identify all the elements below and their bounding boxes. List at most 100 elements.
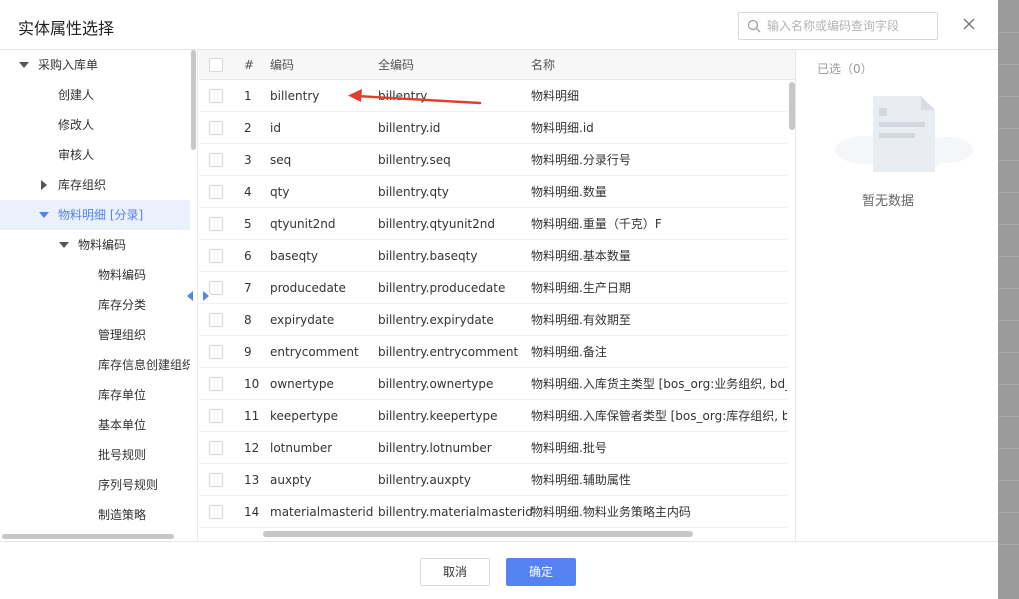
row-checkbox[interactable]	[209, 185, 223, 199]
header-name: 名称	[531, 58, 556, 72]
row-fullcode: billentry.keepertype	[378, 409, 498, 423]
tree-item[interactable]: 物料明细 [分录]	[0, 200, 190, 230]
row-name: 物料明细.辅助属性	[531, 473, 631, 487]
caret-down-icon[interactable]	[38, 200, 50, 230]
search-box[interactable]	[738, 12, 938, 40]
tree-item-label: 管理组织	[98, 328, 147, 342]
table-row[interactable]: 1 billentry billentry 物料明细	[199, 80, 787, 112]
tree-item-label: 采购入库单	[38, 58, 99, 72]
table-row[interactable]: 6 baseqty billentry.baseqty 物料明细.基本数量	[199, 240, 787, 272]
row-name: 物料明细.重量（千克）F	[531, 217, 662, 231]
tree-item[interactable]: 库存信息创建组织	[0, 350, 190, 380]
row-name: 物料明细.批号	[531, 441, 607, 455]
row-index: 13	[244, 473, 260, 487]
row-code: expirydate	[270, 313, 335, 327]
row-fullcode: billentry.expirydate	[378, 313, 494, 327]
tree-item[interactable]: 批号规则	[0, 440, 190, 470]
tree-item[interactable]: 管理组织	[0, 320, 190, 350]
table-vertical-scrollbar[interactable]	[789, 82, 795, 130]
row-fullcode: billentry.seq	[378, 153, 451, 167]
tree-item-label: 创建人	[58, 88, 95, 102]
row-checkbox[interactable]	[209, 153, 223, 167]
row-code: entrycomment	[270, 345, 359, 359]
row-name: 物料明细.id	[531, 121, 594, 135]
row-name: 物料明细.有效期至	[531, 313, 631, 327]
tree-item-label: 序列号规则	[98, 478, 159, 492]
tree-item[interactable]: 修改人	[0, 110, 190, 140]
search-input[interactable]	[767, 16, 933, 36]
tree-item[interactable]: 物料编码	[0, 230, 190, 260]
tree-item[interactable]: 制造策略	[0, 500, 190, 530]
tree-item[interactable]: 库存组织	[0, 170, 190, 200]
caret-down-icon[interactable]	[18, 50, 30, 80]
row-checkbox[interactable]	[209, 377, 223, 391]
row-index: 9	[244, 345, 252, 359]
close-icon[interactable]	[961, 16, 977, 32]
table-row[interactable]: 12 lotnumber billentry.lotnumber 物料明细.批号	[199, 432, 787, 464]
row-checkbox[interactable]	[209, 441, 223, 455]
table-row[interactable]: 7 producedate billentry.producedate 物料明细.生产…	[199, 272, 787, 304]
row-code: qty	[270, 185, 290, 199]
search-icon	[747, 19, 761, 33]
row-name: 物料明细	[531, 89, 580, 103]
select-all-checkbox[interactable]	[209, 58, 223, 72]
tree-item[interactable]: 库存单位	[0, 380, 190, 410]
row-checkbox[interactable]	[209, 345, 223, 359]
caret-right-icon[interactable]	[38, 170, 50, 200]
entity-attribute-dialog: 实体属性选择 采购入库单创建人修改人审核人库存组织物料明细 [分录]物料编码物料…	[0, 0, 998, 599]
confirm-button[interactable]: 确定	[506, 558, 576, 586]
table-row[interactable]: 14 materialmasterid billentry.materialmast…	[199, 496, 787, 528]
row-fullcode: billentry.auxpty	[378, 473, 471, 487]
tree-item[interactable]: 序列号规则	[0, 470, 190, 500]
row-name: 物料明细.入库保管者类型 [bos_org:库存组织, bd_	[531, 409, 787, 423]
row-name: 物料明细.分录行号	[531, 153, 631, 167]
table-row[interactable]: 4 qty billentry.qty 物料明细.数量	[199, 176, 787, 208]
cancel-button[interactable]: 取消	[420, 558, 490, 586]
row-code: producedate	[270, 281, 346, 295]
row-code: keepertype	[270, 409, 339, 423]
table-row[interactable]: 3 seq billentry.seq 物料明细.分录行号	[199, 144, 787, 176]
row-checkbox[interactable]	[209, 249, 223, 263]
row-checkbox[interactable]	[209, 473, 223, 487]
table-row[interactable]: 8 expirydate billentry.expirydate 物料明细.有效期至	[199, 304, 787, 336]
table-row[interactable]: 9 entrycomment billentry.entrycomment 物料明细.…	[199, 336, 787, 368]
tree-vertical-scrollbar[interactable]	[191, 50, 196, 150]
row-checkbox[interactable]	[209, 409, 223, 423]
row-code: billentry	[270, 89, 320, 103]
row-index: 3	[244, 153, 252, 167]
row-checkbox[interactable]	[209, 89, 223, 103]
tree-item[interactable]: 创建人	[0, 80, 190, 110]
tree-item[interactable]: 采购入库单	[0, 50, 190, 80]
row-checkbox[interactable]	[209, 121, 223, 135]
row-index: 12	[244, 441, 260, 455]
tree-item[interactable]: 基本单位	[0, 410, 190, 440]
table-row[interactable]: 2 id billentry.id 物料明细.id	[199, 112, 787, 144]
tree-item[interactable]: 物料编码	[0, 260, 190, 290]
row-code: baseqty	[270, 249, 319, 263]
tree-horizontal-scrollbar[interactable]	[2, 534, 174, 539]
row-name: 物料明细.生产日期	[531, 281, 631, 295]
row-code: materialmasterid	[270, 505, 374, 519]
selected-panel: 已选（0） 暂无数据	[797, 50, 998, 541]
row-index: 10	[244, 377, 260, 391]
row-checkbox[interactable]	[209, 313, 223, 327]
table-horizontal-scrollbar[interactable]	[263, 531, 693, 537]
caret-down-icon[interactable]	[58, 230, 70, 260]
selected-count-title: 已选（0）	[817, 62, 873, 76]
empty-document-icon	[835, 96, 973, 172]
tree-item[interactable]: 库存分类	[0, 290, 190, 320]
row-fullcode: billentry.entrycomment	[378, 345, 519, 359]
row-fullcode: billentry.lotnumber	[378, 441, 492, 455]
row-checkbox[interactable]	[209, 281, 223, 295]
table-row[interactable]: 13 auxpty billentry.auxpty 物料明细.辅助属性	[199, 464, 787, 496]
row-checkbox[interactable]	[209, 505, 223, 519]
tree-item[interactable]: 审核人	[0, 140, 190, 170]
table-row[interactable]: 5 qtyunit2nd billentry.qtyunit2nd 物料明细.重量（千…	[199, 208, 787, 240]
row-index: 5	[244, 217, 252, 231]
dialog-title: 实体属性选择	[18, 19, 115, 38]
empty-state-text: 暂无数据	[861, 194, 914, 209]
table-row[interactable]: 11 keepertype billentry.keepertype 物料明细.入库保…	[199, 400, 787, 432]
table-row[interactable]: 10 ownertype billentry.ownertype 物料明细.入库货主类…	[199, 368, 787, 400]
row-index: 7	[244, 281, 252, 295]
row-checkbox[interactable]	[209, 217, 223, 231]
